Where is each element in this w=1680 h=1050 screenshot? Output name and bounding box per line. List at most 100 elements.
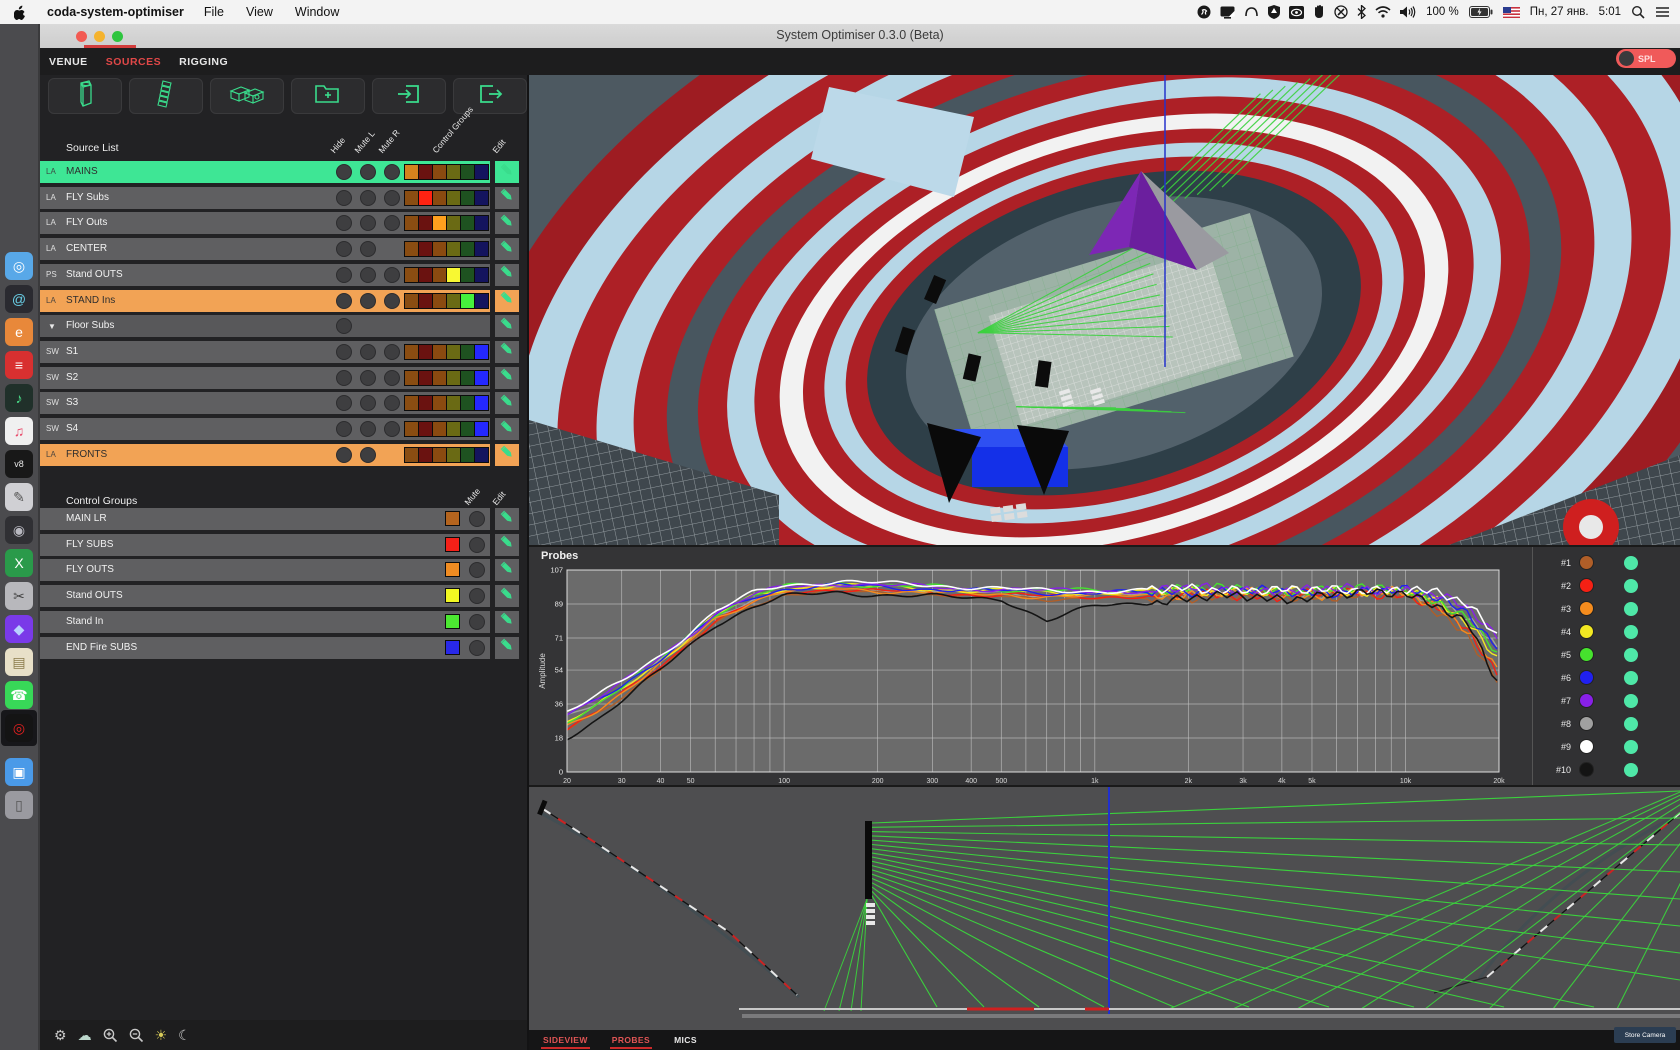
probe-enabled-indicator[interactable] [1624, 694, 1638, 708]
group-color-swatch[interactable] [445, 588, 460, 603]
group-mute-toggle[interactable] [469, 614, 485, 630]
mute-l-toggle[interactable] [360, 421, 376, 437]
mute-r-toggle[interactable] [384, 293, 400, 309]
edit-source-button[interactable] [495, 444, 519, 466]
probe-row-9[interactable]: #9 [1533, 735, 1680, 758]
airplay-icon[interactable] [1244, 4, 1259, 20]
menu-window[interactable]: Window [295, 5, 339, 19]
control-group-row-fly-outs[interactable]: FLY OUTS [40, 559, 527, 581]
group-mute-toggle[interactable] [469, 640, 485, 656]
source-row-center[interactable]: LACENTER [40, 238, 527, 260]
volume-icon[interactable] [1400, 4, 1416, 20]
control-group-bar[interactable] [40, 611, 490, 633]
add-folder-button[interactable] [291, 78, 365, 114]
edit-source-button[interactable] [495, 392, 519, 414]
line-array-button[interactable] [129, 78, 203, 114]
sun-icon[interactable]: ☀ [155, 1027, 168, 1044]
mute-r-toggle[interactable] [384, 344, 400, 360]
mute-r-toggle[interactable] [384, 421, 400, 437]
shield-icon[interactable] [1268, 4, 1280, 20]
bottom-tab-sideview[interactable]: SIDEVIEW [543, 1035, 588, 1045]
mute-l-toggle[interactable] [360, 447, 376, 463]
dock-icon-browser[interactable]: e [5, 318, 33, 346]
import-button[interactable] [372, 78, 446, 114]
probe-color-swatch[interactable] [1579, 555, 1594, 570]
control-group-bar[interactable] [40, 508, 490, 530]
probe-enabled-indicator[interactable] [1624, 556, 1638, 570]
source-row-fly-subs[interactable]: LAFLY Subs [40, 187, 527, 209]
probe-row-7[interactable]: #7 [1533, 689, 1680, 712]
moon-icon[interactable]: ☾ [178, 1027, 191, 1044]
apple-menu-icon[interactable] [14, 4, 27, 20]
edit-source-button[interactable] [495, 367, 519, 389]
probe-enabled-indicator[interactable] [1624, 625, 1638, 639]
source-row-s3[interactable]: SWS3 [40, 392, 527, 414]
hide-toggle[interactable] [336, 241, 352, 257]
edit-source-button[interactable] [495, 315, 519, 337]
zoom-in-icon[interactable] [103, 1028, 118, 1043]
display-icon[interactable] [1220, 4, 1235, 20]
source-row-s2[interactable]: SWS2 [40, 367, 527, 389]
dock-icon-photos[interactable]: ◎ [5, 252, 33, 280]
probe-row-4[interactable]: #4 [1533, 620, 1680, 643]
dock-icon-trash[interactable]: ▯ [5, 791, 33, 819]
dock-icon-utility[interactable]: ✂ [5, 582, 33, 610]
mute-r-toggle[interactable] [384, 190, 400, 206]
dock-icon-music-green[interactable]: ♪ [5, 384, 33, 412]
mute-l-toggle[interactable] [360, 293, 376, 309]
edit-group-button[interactable] [495, 534, 519, 556]
probe-row-5[interactable]: #5 [1533, 643, 1680, 666]
dock-icon-optimiser-target[interactable]: ◎ [5, 714, 33, 742]
control-group-row-fly-subs[interactable]: FLY SUBS [40, 534, 527, 556]
dock-icon-blue-app[interactable]: ▣ [5, 758, 33, 786]
edit-group-button[interactable] [495, 559, 519, 581]
dock-icon-notes[interactable]: ▤ [5, 648, 33, 676]
edit-source-button[interactable] [495, 341, 519, 363]
probe-color-swatch[interactable] [1579, 578, 1594, 593]
mute-l-toggle[interactable] [360, 267, 376, 283]
menu-date[interactable]: Пн, 27 янв. [1530, 6, 1589, 18]
menu-view[interactable]: View [246, 5, 273, 19]
title-bar[interactable]: System Optimiser 0.3.0 (Beta) [40, 24, 1680, 48]
mute-r-toggle[interactable] [384, 370, 400, 386]
mute-r-toggle[interactable] [384, 267, 400, 283]
source-row-mains[interactable]: LAMAINS [40, 161, 527, 183]
probe-color-swatch[interactable] [1579, 716, 1594, 731]
source-row-s4[interactable]: SWS4 [40, 418, 527, 440]
tab-sources[interactable]: SOURCES [106, 56, 161, 68]
group-mute-toggle[interactable] [469, 511, 485, 527]
dock-icon-whatsapp[interactable]: ☎ [5, 681, 33, 709]
edit-group-button[interactable] [495, 611, 519, 633]
control-group-row-end-fire-subs[interactable]: END Fire SUBS [40, 637, 527, 659]
probe-color-swatch[interactable] [1579, 670, 1594, 685]
wifi-icon[interactable] [1375, 4, 1391, 20]
dock-icon-excel[interactable]: X [5, 549, 33, 577]
source-row-s1[interactable]: SWS1 [40, 341, 527, 363]
dock-icon-mail[interactable]: @ [5, 285, 33, 313]
probe-enabled-indicator[interactable] [1624, 717, 1638, 731]
notification-center-icon[interactable] [1655, 4, 1670, 20]
control-group-row-stand-outs[interactable]: Stand OUTS [40, 585, 527, 607]
group-color-swatch[interactable] [445, 640, 460, 655]
spl-toggle[interactable]: SPL [1616, 49, 1676, 68]
edit-group-button[interactable] [495, 508, 519, 530]
dock-icon-levels[interactable]: ≡ [5, 351, 33, 379]
probe-color-swatch[interactable] [1579, 762, 1594, 777]
dock-icon-disc[interactable]: ◉ [5, 516, 33, 544]
probe-color-swatch[interactable] [1579, 739, 1594, 754]
probe-enabled-indicator[interactable] [1624, 671, 1638, 685]
hand-icon[interactable] [1313, 4, 1325, 20]
edit-source-button[interactable] [495, 238, 519, 260]
probe-color-swatch[interactable] [1579, 624, 1594, 639]
menu-time[interactable]: 5:01 [1599, 6, 1621, 18]
pen-disabled-icon[interactable] [1334, 4, 1348, 20]
dock-icon-purple-app[interactable]: ◆ [5, 615, 33, 643]
probe-row-6[interactable]: #6 [1533, 666, 1680, 689]
edit-group-button[interactable] [495, 585, 519, 607]
probe-enabled-indicator[interactable] [1624, 648, 1638, 662]
hide-toggle[interactable] [336, 190, 352, 206]
input-language-flag-icon[interactable] [1503, 4, 1520, 20]
mute-l-toggle[interactable] [360, 164, 376, 180]
tab-rigging[interactable]: RIGGING [179, 56, 228, 68]
edit-source-button[interactable] [495, 290, 519, 312]
